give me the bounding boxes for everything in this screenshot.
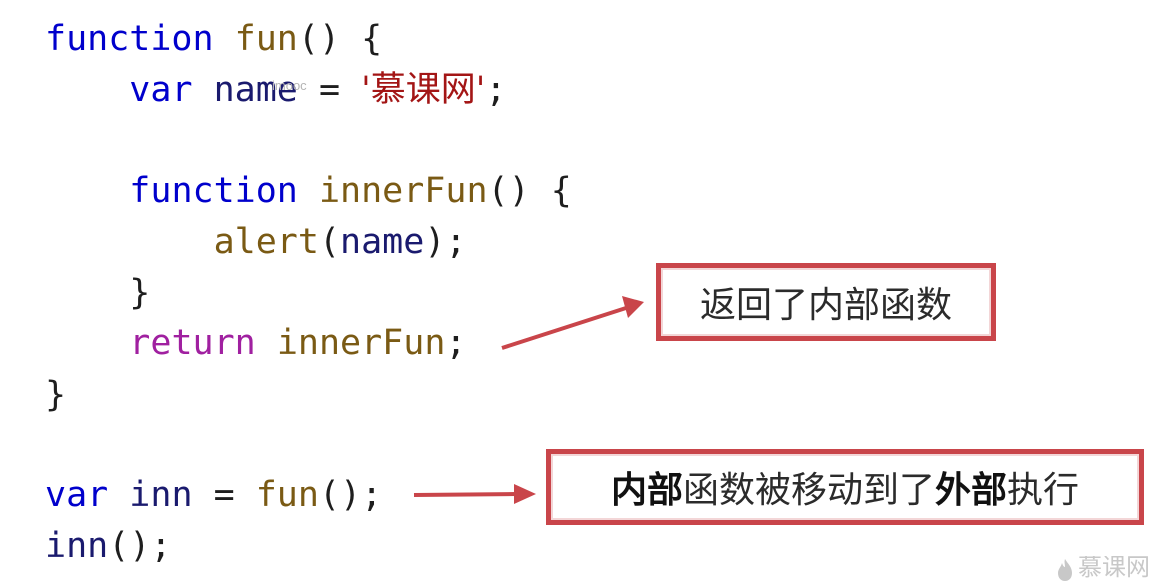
punctuation: (); xyxy=(108,526,172,566)
code-line-8: } xyxy=(45,370,66,420)
callout-text: 返回了内部函数 xyxy=(699,285,952,326)
callout-bold-inner: 内部 xyxy=(610,470,683,511)
closing-brace: } xyxy=(45,375,67,415)
keyword-function: function xyxy=(45,19,214,59)
code-line-7: return innerFun; xyxy=(45,318,466,368)
keyword-var: var xyxy=(45,475,109,515)
punctuation: ); xyxy=(424,222,467,262)
semicolon: ; xyxy=(485,70,507,110)
semicolon: ; xyxy=(445,323,467,363)
identifier: inn xyxy=(129,475,193,515)
callout-bold-outer: 外部 xyxy=(935,470,1008,511)
callout-moved-outside-execution: 内部 函数被移动到了 外部 执行 xyxy=(546,449,1144,525)
code-line-10: var inn = fun(); xyxy=(45,470,382,520)
function-call: alert xyxy=(213,222,319,262)
punctuation: (); xyxy=(318,475,383,515)
callout-text: 执行 xyxy=(1007,470,1080,511)
keyword-return: return xyxy=(129,323,256,363)
function-name: innerFun xyxy=(318,171,488,211)
function-name: fun xyxy=(234,19,298,59)
code-line-5: alert(name); xyxy=(45,217,467,267)
operator: = xyxy=(297,70,362,110)
code-line-6: } xyxy=(45,268,150,318)
brand-logo: 慕课网 xyxy=(1056,556,1150,582)
identifier: name xyxy=(340,222,425,262)
function-name: innerFun xyxy=(276,323,446,363)
arrow-to-first-callout xyxy=(501,296,644,350)
identifier: inn xyxy=(45,526,109,566)
code-line-4: function innerFun() { xyxy=(45,166,572,216)
punctuation: ( xyxy=(318,222,341,262)
string-literal: '慕课网' xyxy=(361,70,486,110)
code-line-1: function fun() { xyxy=(45,14,382,64)
function-call: fun xyxy=(255,475,319,515)
logo-text: 慕课网 xyxy=(1078,556,1150,581)
flame-icon xyxy=(1058,559,1072,581)
callout-text: 函数被移动到了 xyxy=(682,470,935,511)
code-line-11: inn(); xyxy=(45,521,171,571)
arrow-to-second-callout xyxy=(413,484,536,504)
closing-brace: } xyxy=(129,273,151,313)
keyword-var: var xyxy=(129,70,193,110)
punctuation: () { xyxy=(487,171,572,211)
slide-canvas: function fun() { var name = '慕课网'; funct… xyxy=(0,0,1156,582)
punctuation: () { xyxy=(297,19,383,59)
imooc-watermark: imooc xyxy=(272,78,307,93)
callout-returned-inner-function: 返回了内部函数 xyxy=(656,263,996,341)
keyword-function: function xyxy=(129,171,298,211)
operator: = xyxy=(192,475,256,515)
